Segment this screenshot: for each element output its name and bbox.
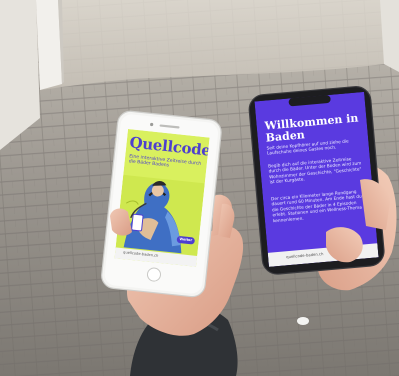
- browser-url[interactable]: quellcode-baden.ch: [123, 250, 159, 258]
- photo: Quellcode Eine interaktive Zeitreise dur…: [0, 0, 399, 376]
- white-litter: [297, 317, 309, 325]
- browser-url[interactable]: quellcode-baden.ch: [286, 251, 324, 259]
- scene: Quellcode Eine interaktive Zeitreise dur…: [0, 0, 399, 376]
- route-paragraph: Der circa ein Kilometer lange Rundgang d…: [270, 189, 363, 224]
- left-pillar: [36, 0, 62, 90]
- screen-quellcode: Quellcode Eine interaktive Zeitreise dur…: [114, 129, 210, 267]
- phone-white: Quellcode Eine interaktive Zeitreise dur…: [101, 110, 222, 298]
- description-paragraph: Begib dich auf die interaktive Zeitreise…: [268, 157, 362, 186]
- illustration: [115, 174, 205, 257]
